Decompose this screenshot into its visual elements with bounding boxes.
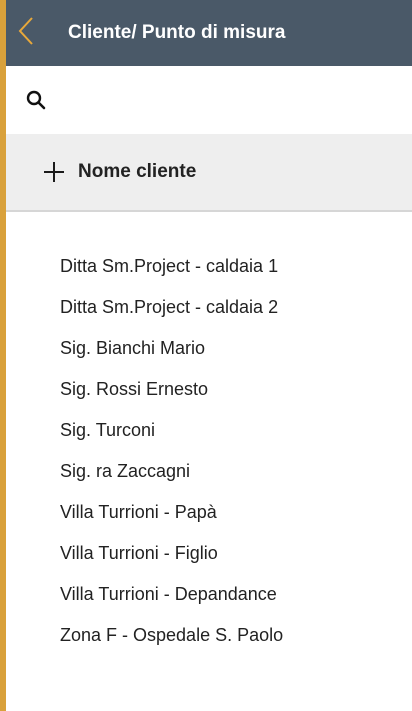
- header-bar: Cliente/ Punto di misura: [6, 0, 412, 66]
- list-item[interactable]: Sig. Turconi: [6, 410, 412, 451]
- search-bar: [6, 66, 412, 134]
- plus-icon: [44, 162, 64, 182]
- search-input[interactable]: [56, 79, 412, 121]
- list-item[interactable]: Villa Turrioni - Figlio: [6, 533, 412, 574]
- list-item[interactable]: Sig. ra Zaccagni: [6, 451, 412, 492]
- list-item[interactable]: Ditta Sm.Project - caldaia 2: [6, 287, 412, 328]
- list-item[interactable]: Villa Turrioni - Depandance: [6, 574, 412, 615]
- chevron-left-icon: [18, 16, 34, 51]
- app-frame: Cliente/ Punto di misura Nome cliente Di…: [0, 0, 412, 711]
- list-item[interactable]: Sig. Bianchi Mario: [6, 328, 412, 369]
- list-item[interactable]: Villa Turrioni - Papà: [6, 492, 412, 533]
- back-button[interactable]: [6, 0, 46, 66]
- list-item[interactable]: Sig. Rossi Ernesto: [6, 369, 412, 410]
- add-client-label: Nome cliente: [78, 161, 197, 182]
- add-client-button[interactable]: Nome cliente: [6, 134, 412, 212]
- list-item[interactable]: Zona F - Ospedale S. Paolo: [6, 615, 412, 656]
- page-title: Cliente/ Punto di misura: [68, 22, 286, 43]
- list-item[interactable]: Ditta Sm.Project - caldaia 1: [6, 246, 412, 287]
- search-icon[interactable]: [24, 88, 48, 112]
- client-list: Ditta Sm.Project - caldaia 1 Ditta Sm.Pr…: [6, 246, 412, 656]
